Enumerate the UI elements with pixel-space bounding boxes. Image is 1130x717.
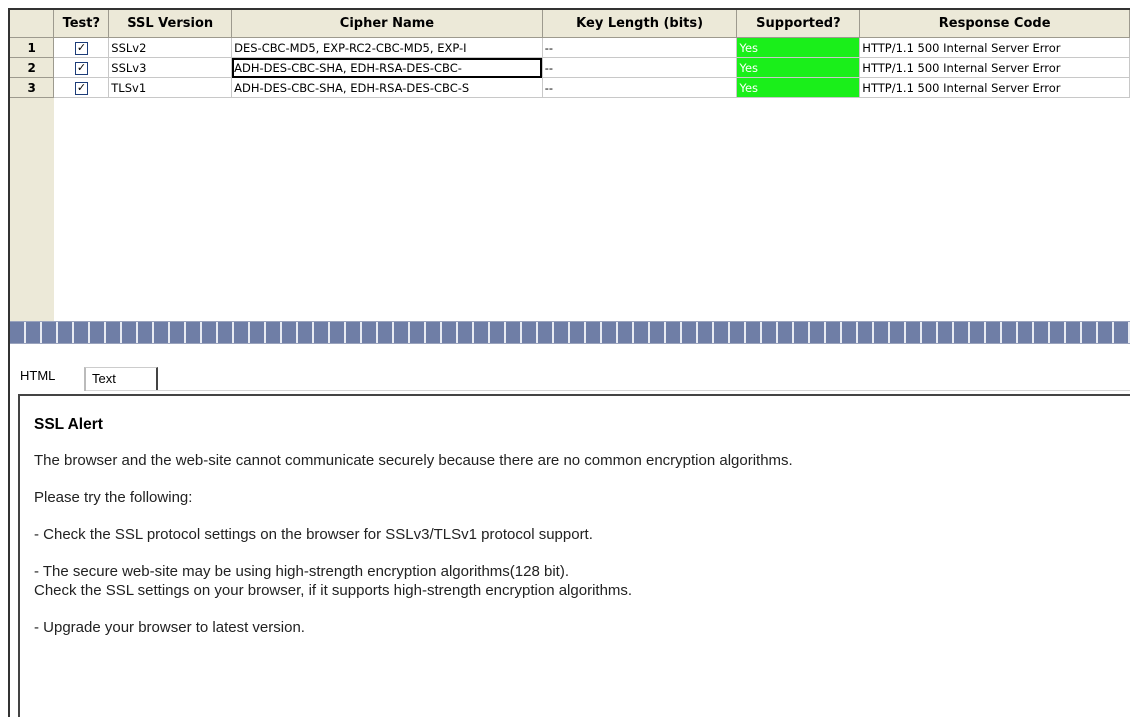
- supported-cell[interactable]: Yes: [736, 57, 861, 78]
- header-row-number: [10, 10, 55, 38]
- header-test[interactable]: Test?: [53, 10, 110, 38]
- key-length-cell[interactable]: --: [542, 57, 738, 78]
- table-row[interactable]: 3 ✓ TLSv1 ADH-DES-CBC-SHA, EDH-RSA-DES-C…: [10, 77, 1130, 98]
- checkmark-icon: ✓: [76, 80, 87, 94]
- header-ssl-version[interactable]: SSL Version: [108, 10, 233, 38]
- checkmark-icon: ✓: [76, 60, 87, 74]
- alert-message: The browser and the web-site cannot comm…: [34, 452, 793, 469]
- ssl-version-cell[interactable]: TLSv1: [108, 77, 233, 98]
- ssl-version-cell[interactable]: SSLv3: [108, 57, 233, 78]
- instruction-line: Check the SSL settings on your browser, …: [34, 582, 633, 599]
- header-key-length[interactable]: Key Length (bits): [542, 10, 738, 38]
- results-table-area: Test? SSL Version Cipher Name Key Length…: [10, 10, 1130, 321]
- supported-cell[interactable]: Yes: [736, 77, 861, 98]
- supported-cell[interactable]: Yes: [736, 37, 861, 58]
- instruction-item-multiline: - The secure web-site may be using high-…: [34, 562, 1130, 600]
- row-number: 3: [10, 77, 55, 98]
- pane-splitter[interactable]: [10, 321, 1130, 344]
- row-number: 1: [10, 37, 55, 58]
- test-cell: ✓: [53, 37, 110, 58]
- instruction-intro: Please try the following:: [34, 489, 193, 506]
- header-supported[interactable]: Supported?: [736, 10, 861, 38]
- tab-divider: [86, 390, 1130, 391]
- key-length-cell[interactable]: --: [542, 77, 738, 98]
- cipher-name-cell[interactable]: DES-CBC-MD5, EXP-RC2-CBC-MD5, EXP-I: [231, 37, 543, 58]
- response-code-cell[interactable]: HTTP/1.1 500 Internal Server Error: [859, 37, 1130, 58]
- table-row[interactable]: 2 ✓ SSLv3 ADH-DES-CBC-SHA, EDH-RSA-DES-C…: [10, 57, 1130, 78]
- ssl-version-cell[interactable]: SSLv2: [108, 37, 233, 58]
- table-row[interactable]: 1 ✓ SSLv2 DES-CBC-MD5, EXP-RC2-CBC-MD5, …: [10, 37, 1130, 58]
- instruction-line: - The secure web-site may be using high-…: [34, 563, 569, 580]
- table-header-row: Test? SSL Version Cipher Name Key Length…: [10, 10, 1130, 38]
- response-code-cell[interactable]: HTTP/1.1 500 Internal Server Error: [859, 57, 1130, 78]
- checkmark-icon: ✓: [76, 40, 87, 54]
- test-cell: ✓: [53, 77, 110, 98]
- instruction-item: - Check the SSL protocol settings on the…: [34, 526, 593, 543]
- test-cell: ✓: [53, 57, 110, 78]
- test-checkbox[interactable]: ✓: [74, 60, 88, 75]
- test-checkbox[interactable]: ✓: [74, 80, 88, 95]
- response-code-cell[interactable]: HTTP/1.1 500 Internal Server Error: [859, 77, 1130, 98]
- tab-html[interactable]: HTML: [18, 363, 78, 389]
- results-table: Test? SSL Version Cipher Name Key Length…: [10, 10, 1130, 98]
- instruction-item: - Upgrade your browser to latest version…: [34, 619, 305, 636]
- alert-title: SSL Alert: [34, 416, 103, 433]
- cipher-name-cell[interactable]: ADH-DES-CBC-SHA, EDH-RSA-DES-CBC-: [231, 57, 543, 78]
- tab-text[interactable]: Text: [84, 367, 158, 391]
- app-frame: Test? SSL Version Cipher Name Key Length…: [8, 8, 1130, 717]
- cipher-name-cell[interactable]: ADH-DES-CBC-SHA, EDH-RSA-DES-CBC-S: [231, 77, 543, 98]
- row-number: 2: [10, 57, 55, 78]
- response-html-view: SSL Alert The browser and the web-site c…: [18, 394, 1130, 717]
- key-length-cell[interactable]: --: [542, 37, 738, 58]
- header-response-code[interactable]: Response Code: [859, 10, 1130, 38]
- response-view-tabs: HTML Text: [10, 344, 1130, 394]
- header-cipher-name[interactable]: Cipher Name: [231, 10, 543, 38]
- test-checkbox[interactable]: ✓: [74, 40, 88, 55]
